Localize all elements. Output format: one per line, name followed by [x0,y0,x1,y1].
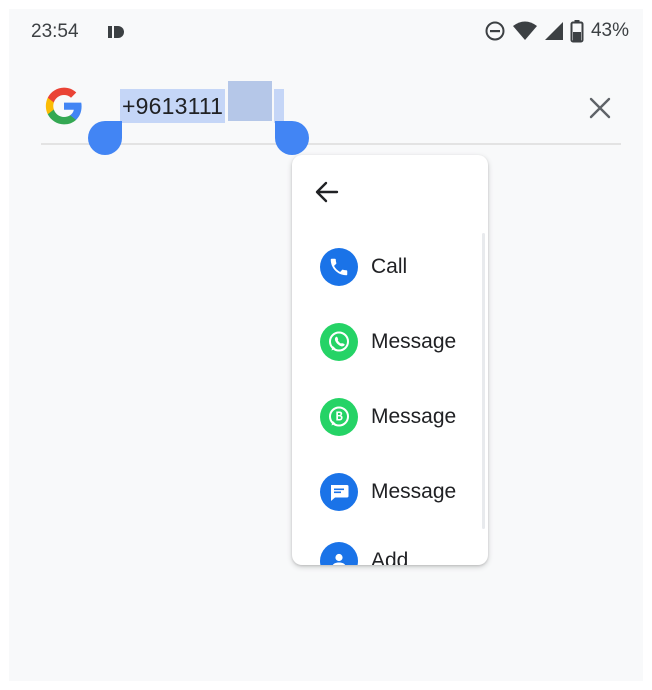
menu-item-label: Message [371,405,457,428]
whatsapp-business-icon [320,398,358,436]
add-contact-icon [320,542,358,565]
menu-item-label: Call [371,255,408,278]
close-icon [589,97,611,119]
selection-highlight-tail [274,89,284,123]
screen: 23:54 43% +9613111 Call Message Message … [9,9,643,681]
arrow-back-icon [315,181,339,203]
menu-item-sms-message[interactable]: Message [292,464,480,520]
selection-highlight [228,81,272,121]
menu-item-call[interactable]: Call [292,239,480,295]
clear-button[interactable] [583,91,617,125]
status-icons: 43% [484,19,629,43]
do-not-disturb-icon [485,21,505,41]
menu-item-whatsapp-message[interactable]: Message [292,314,480,370]
menu-item-whatsapp-business-message[interactable]: Message [292,389,480,445]
menu-item-label: Message [371,330,457,353]
wifi-icon [512,21,537,40]
google-g-icon [45,87,82,125]
menu-item-label: Add [371,549,409,565]
selection-handle-start[interactable] [88,121,122,155]
selection-handle-end[interactable] [275,121,309,155]
id-badge-icon [108,26,124,38]
battery-percent: 43% [590,20,629,41]
menu-scrollbar[interactable] [482,233,485,529]
menu-back-button[interactable] [310,175,344,209]
status-bar: 23:54 43% [9,9,643,55]
menu-item-add-contact[interactable]: Add [292,533,480,565]
menu-item-label: Message [371,480,457,503]
search-bar: +9613111 [41,77,621,155]
cell-signal-icon [544,22,563,40]
search-query-text[interactable]: +9613111 [120,89,226,123]
whatsapp-icon [320,323,358,361]
phone-icon [320,248,358,286]
battery-icon [570,20,584,43]
smart-text-action-menu: Call Message Message Message Add [292,155,488,565]
status-time: 23:54 [31,21,79,42]
messages-icon [320,473,358,511]
